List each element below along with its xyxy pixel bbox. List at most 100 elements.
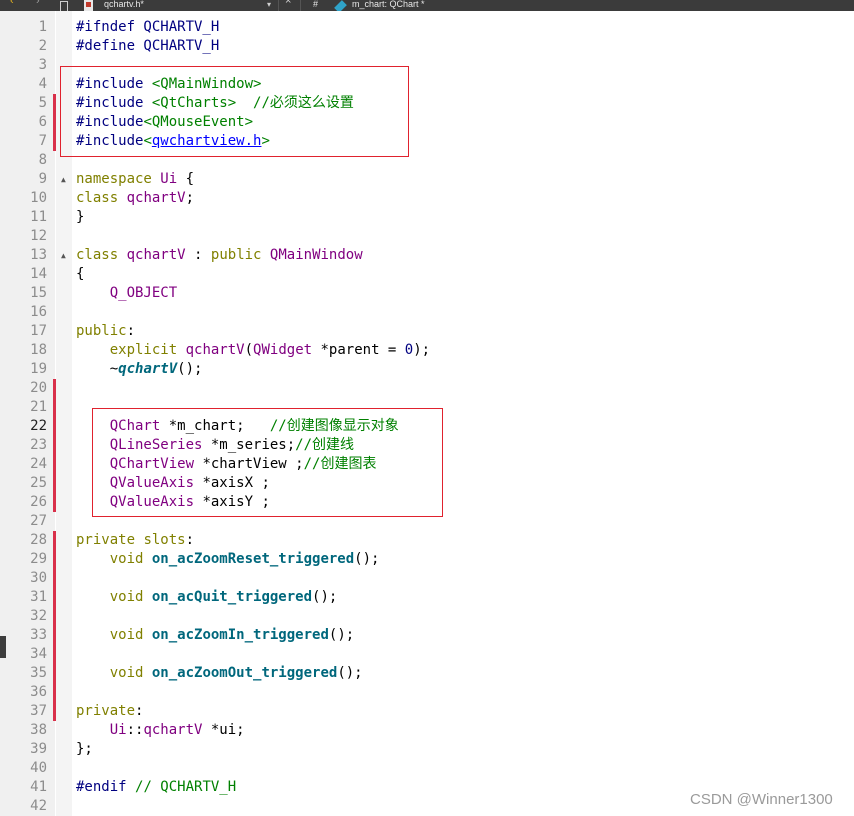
code-token: #include [76, 95, 152, 111]
code-token: explicit [109, 342, 178, 358]
code-token[interactable]: qwchartview.h [152, 133, 262, 149]
open-file-name[interactable]: qchartv.h* [104, 0, 144, 11]
code-token: < [143, 133, 152, 149]
code-line[interactable]: ~qchartV(); [76, 360, 203, 379]
line-number: 20 [30, 380, 47, 396]
code-line[interactable]: namespace Ui { [76, 170, 194, 189]
code-line[interactable]: void on_acQuit_triggered(); [76, 588, 338, 607]
code-line[interactable]: explicit qchartV(QWidget *parent = 0); [76, 341, 430, 360]
line-number: 35 [30, 665, 47, 681]
tab-divider [278, 0, 279, 11]
fold-toggle-icon[interactable]: ▲ [61, 246, 66, 265]
code-token: QChart [109, 418, 161, 434]
code-token: ; [185, 190, 195, 206]
code-token: 0 [404, 342, 414, 358]
code-token: (); [328, 627, 355, 643]
code-token: (); [312, 589, 338, 605]
outer-window-marker [0, 636, 6, 658]
code-token: <QMouseEvent> [143, 114, 254, 130]
code-line[interactable]: Q_OBJECT [76, 284, 177, 303]
code-token: void [109, 627, 144, 643]
code-token: on_acZoomOut_triggered [151, 665, 338, 681]
code-token: //创建线 [295, 437, 355, 453]
file-dropdown-icon[interactable]: ▾ [267, 0, 271, 11]
line-number: 7 [38, 133, 47, 149]
code-token: private [76, 532, 136, 548]
symbol-hash[interactable]: # [313, 0, 318, 11]
code-line[interactable]: } [76, 208, 84, 227]
editor-tab-bar: ‹ › qchartv.h* ▾ × # m_chart: QChart * [0, 0, 854, 11]
forward-arrow-icon[interactable]: › [36, 0, 40, 8]
code-token: *axisY ; [194, 494, 270, 510]
code-token: (); [337, 665, 363, 681]
code-token: Ui [109, 722, 127, 738]
line-number: 13 [30, 247, 47, 263]
code-line[interactable]: #ifndef QCHARTV_H [76, 18, 219, 37]
code-line[interactable]: public: [76, 322, 135, 341]
line-number: 36 [30, 684, 47, 700]
line-number: 16 [30, 304, 47, 320]
code-line[interactable]: void on_acZoomReset_triggered(); [76, 550, 380, 569]
line-number: 33 [30, 627, 47, 643]
code-line[interactable]: private: [76, 702, 143, 721]
code-line[interactable]: class qchartV; [76, 189, 194, 208]
code-token: QMainWindow [269, 247, 363, 263]
fold-margin[interactable] [56, 11, 72, 816]
line-number: 39 [30, 741, 47, 757]
line-number: 4 [38, 76, 47, 92]
code-line[interactable]: private slots: [76, 531, 194, 550]
line-number: 26 [30, 494, 47, 510]
code-line[interactable]: #include<QMouseEvent> [76, 113, 253, 132]
back-arrow-icon[interactable]: ‹ [10, 0, 14, 8]
code-token: Q_OBJECT [109, 285, 178, 301]
line-number: 27 [30, 513, 47, 529]
line-number: 40 [30, 760, 47, 776]
code-token: : [185, 532, 195, 548]
fold-toggle-icon[interactable]: ▲ [61, 170, 66, 189]
code-line[interactable]: { [76, 265, 84, 284]
line-number: 22 [30, 418, 47, 434]
line-number: 30 [30, 570, 47, 586]
code-token: on_acZoomReset_triggered [151, 551, 355, 567]
code-line[interactable]: void on_acZoomOut_triggered(); [76, 664, 363, 683]
line-number: 18 [30, 342, 47, 358]
code-token: #define QCHARTV_H [76, 38, 220, 54]
code-token: namespace [76, 171, 152, 187]
code-line[interactable]: class qchartV : public QMainWindow [76, 246, 363, 265]
close-file-icon[interactable]: × [285, 0, 291, 8]
code-token: QChartView [109, 456, 195, 472]
code-line[interactable]: QValueAxis *axisY ; [76, 493, 270, 512]
code-token: on_acQuit_triggered [151, 589, 313, 605]
code-token: void [109, 589, 144, 605]
code-line[interactable]: QLineSeries *m_series;//创建线 [76, 436, 354, 455]
line-number: 19 [30, 361, 47, 377]
code-line[interactable]: }; [76, 740, 93, 759]
code-line[interactable]: QChartView *chartView ;//创建图表 [76, 455, 377, 474]
code-token: public [210, 247, 262, 263]
code-line[interactable]: QChart *m_chart; //创建图像显示对象 [76, 417, 399, 436]
code-line[interactable]: #include<qwchartview.h> [76, 132, 270, 151]
code-token: slots [143, 532, 186, 548]
code-token: { [76, 266, 85, 282]
code-line[interactable]: #define QCHARTV_H [76, 37, 219, 56]
lock-icon[interactable] [60, 1, 68, 11]
code-token: private [76, 703, 136, 719]
code-token: : [135, 703, 144, 719]
code-token: Ui [160, 171, 178, 187]
code-line[interactable]: Ui::qchartV *ui; [76, 721, 245, 740]
code-line[interactable]: #include <QMainWindow> [76, 75, 261, 94]
code-line[interactable]: #endif // QCHARTV_H [76, 778, 236, 797]
code-line[interactable]: #include <QtCharts> //必须这么设置 [76, 94, 354, 113]
code-line[interactable]: QValueAxis *axisX ; [76, 474, 270, 493]
line-number: 24 [30, 456, 47, 472]
current-symbol[interactable]: m_chart: QChart * [352, 0, 425, 11]
code-line[interactable]: void on_acZoomIn_triggered(); [76, 626, 354, 645]
code-token: } [76, 209, 85, 225]
